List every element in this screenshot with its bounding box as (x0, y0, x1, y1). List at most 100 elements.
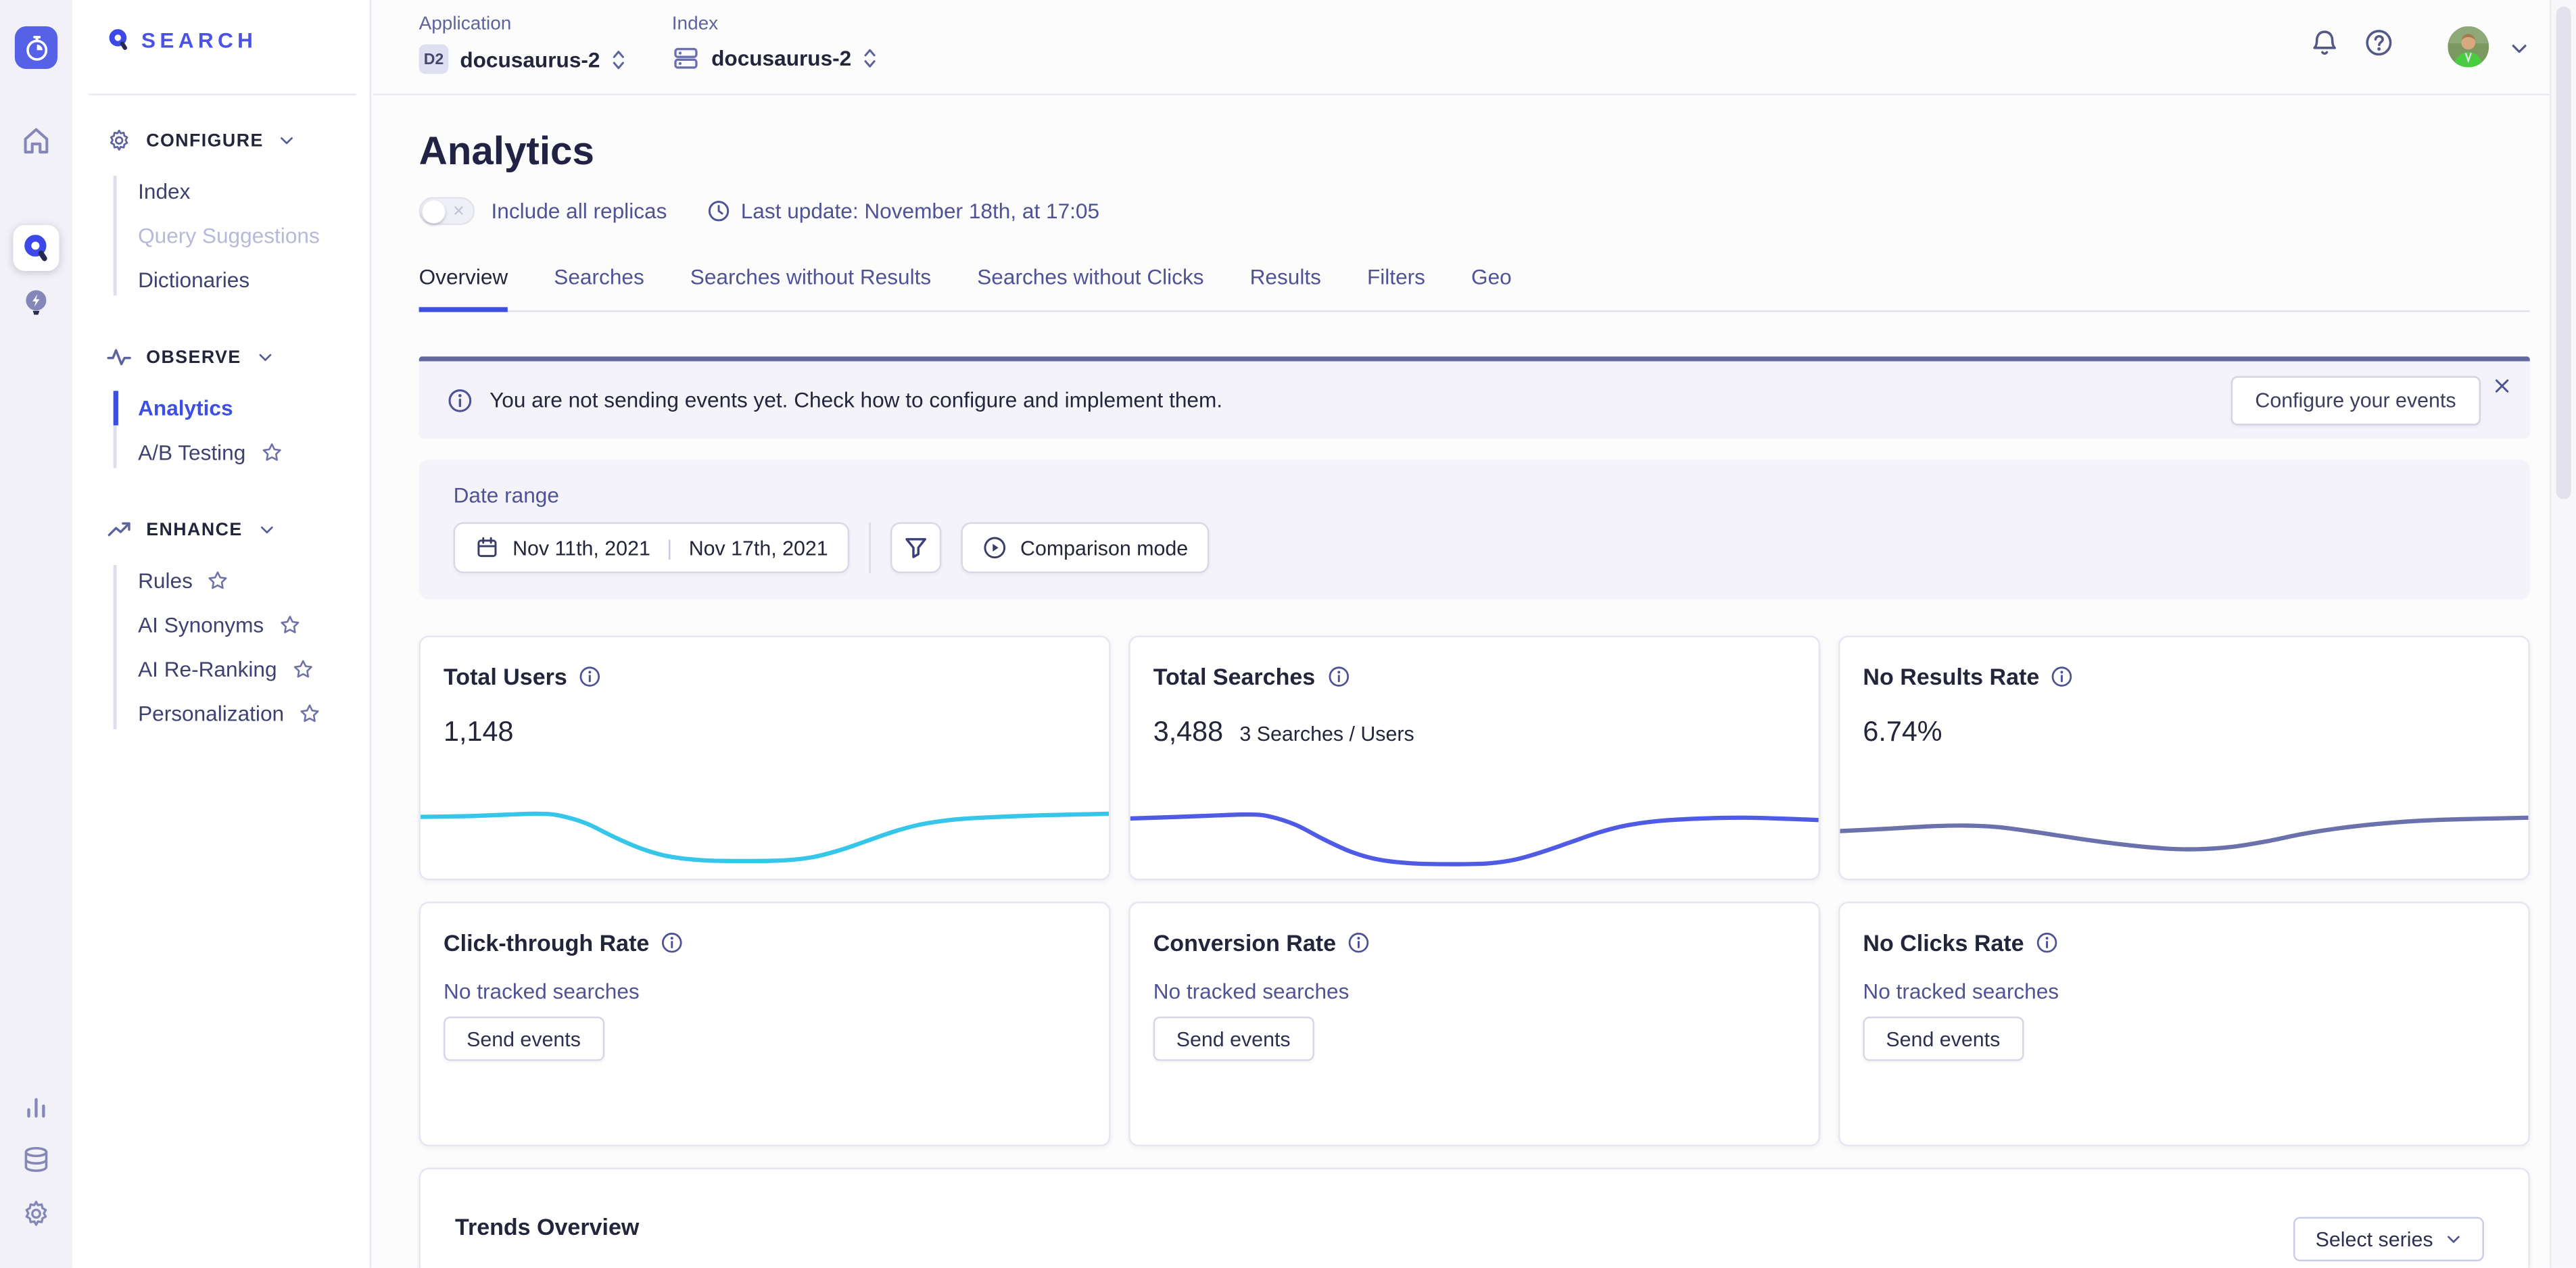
page-title: Analytics (419, 130, 2530, 176)
index-value[interactable]: docusaurus-2 (672, 45, 878, 72)
select-series-button[interactable]: Select series (2294, 1217, 2484, 1261)
sidebar-divider (89, 93, 356, 95)
star-icon[interactable] (208, 570, 229, 591)
tab-geo[interactable]: Geo (1471, 255, 1512, 311)
sidebar-item-ai-synonyms[interactable]: AI Synonyms (72, 603, 370, 648)
nav-section-observe: OBSERVE Analytics A/B Testing (72, 332, 370, 474)
sidebar-item-analytics[interactable]: Analytics (72, 386, 370, 431)
card-subtitle: 3 Searches / Users (1239, 723, 1414, 746)
sidebar-item-label: AI Synonyms (138, 612, 264, 637)
settings-gear-icon[interactable] (22, 1199, 51, 1229)
card-title: Total Searches (1153, 664, 1315, 690)
last-update-text: Last update: November 18th, at 17:05 (741, 199, 1099, 223)
card-total-users: Total Users 1,148 (419, 635, 1111, 880)
send-events-button[interactable]: Send events (1863, 1017, 2023, 1061)
select-series-label: Select series (2316, 1227, 2433, 1250)
sort-carets-icon (611, 47, 626, 71)
bar-chart-icon[interactable] (22, 1092, 51, 1122)
page-content: Analytics ✕ Include all replicas Last up… (419, 95, 2530, 1268)
main-area: Application D2 docusaurus-2 Index docusa… (373, 0, 2550, 1268)
sidebar-nav: CONFIGURE Index Query Suggestions Dictio… (72, 115, 370, 765)
toggle-knob (422, 199, 445, 222)
tab-overview[interactable]: Overview (419, 255, 508, 311)
sidebar-item-label: Rules (138, 568, 193, 593)
event-cards-row: Click-through Rate No tracked searches S… (419, 902, 2530, 1146)
tab-results[interactable]: Results (1250, 255, 1321, 311)
help-icon[interactable] (2364, 28, 2393, 57)
star-icon[interactable] (260, 442, 282, 464)
info-icon[interactable] (2051, 665, 2074, 688)
scrollbar-thumb[interactable] (2556, 7, 2571, 499)
date-range-button[interactable]: Nov 11th, 2021 | Nov 17th, 2021 (454, 522, 850, 573)
banner-message: You are not sending events yet. Check ho… (490, 387, 1222, 412)
recommend-bulb-icon[interactable] (22, 287, 51, 317)
tab-searches-without-results[interactable]: Searches without Results (690, 255, 931, 311)
scrollbar[interactable] (2550, 0, 2576, 1268)
sidebar-item-ab-testing[interactable]: A/B Testing (72, 431, 370, 475)
card-value: 1,148 (444, 716, 513, 749)
search-logo-icon (107, 28, 131, 52)
sidebar-item-index[interactable]: Index (72, 169, 370, 214)
chevron-down-icon (2445, 1230, 2463, 1248)
info-icon[interactable] (661, 931, 684, 954)
sidebar-item-query-suggestions[interactable]: Query Suggestions (72, 214, 370, 258)
info-icon[interactable] (2036, 931, 2059, 954)
application-name: docusaurus-2 (460, 47, 600, 71)
sidebar-item-rules[interactable]: Rules (72, 558, 370, 603)
nav-head-label: OBSERVE (146, 347, 241, 367)
stopwatch-logo-icon[interactable] (15, 26, 57, 69)
index-name: docusaurus-2 (711, 46, 851, 70)
search-section-icon[interactable] (13, 225, 59, 271)
nav-head-configure[interactable]: CONFIGURE (72, 115, 370, 166)
sidebar-item-label: Query Suggestions (138, 223, 320, 247)
index-selector: Index docusaurus-2 (672, 15, 878, 72)
events-banner: You are not sending events yet. Check ho… (419, 356, 2530, 438)
date-range-label: Date range (454, 483, 2496, 507)
application-value[interactable]: D2 docusaurus-2 (419, 45, 627, 74)
star-icon[interactable] (279, 614, 300, 636)
filter-button[interactable] (890, 522, 941, 573)
tab-filters[interactable]: Filters (1367, 255, 1425, 311)
sidebar-item-dictionaries[interactable]: Dictionaries (72, 258, 370, 302)
card-title: Conversion Rate (1153, 929, 1336, 956)
nav-head-observe[interactable]: OBSERVE (72, 332, 370, 383)
card-status: No tracked searches (1153, 979, 1796, 1003)
tab-searches[interactable]: Searches (554, 255, 644, 311)
sidebar-item-personalization[interactable]: Personalization (72, 691, 370, 736)
info-icon[interactable] (1327, 665, 1350, 688)
application-label: Application (419, 15, 627, 34)
data-store-icon[interactable] (22, 1145, 51, 1175)
index-icon (672, 45, 700, 72)
comparison-mode-button[interactable]: Comparison mode (961, 522, 1210, 573)
star-icon[interactable] (299, 703, 320, 725)
star-icon[interactable] (291, 658, 313, 680)
brand-logo[interactable]: SEARCH (107, 28, 257, 52)
avatar[interactable] (2448, 26, 2489, 68)
send-events-button[interactable]: Send events (444, 1017, 604, 1061)
card-value: 3,488 (1153, 716, 1223, 749)
info-icon (447, 387, 473, 413)
application-badge: D2 (419, 45, 449, 74)
bell-icon[interactable] (2310, 28, 2339, 57)
card-title: No Clicks Rate (1863, 929, 2024, 956)
info-icon[interactable] (579, 665, 602, 688)
sidebar: SEARCH CONFIGURE Index Query Suggestions… (72, 0, 371, 1268)
tab-searches-without-clicks[interactable]: Searches without Clicks (977, 255, 1203, 311)
sort-carets-icon (863, 46, 878, 70)
trend-up-icon (107, 517, 131, 541)
account-chevron-icon[interactable] (2508, 34, 2530, 64)
nav-head-enhance[interactable]: ENHANCE (72, 504, 370, 555)
analytics-dashboard: SEARCH CONFIGURE Index Query Suggestions… (0, 0, 2576, 1268)
sidebar-item-label: A/B Testing (138, 440, 245, 464)
nav-section-configure: CONFIGURE Index Query Suggestions Dictio… (72, 115, 370, 302)
include-replicas-toggle[interactable]: ✕ (419, 197, 475, 225)
sidebar-item-ai-re-ranking[interactable]: AI Re-Ranking (72, 647, 370, 691)
date-separator: | (663, 535, 675, 560)
gear-icon (107, 128, 131, 153)
home-icon[interactable] (20, 125, 51, 156)
send-events-button[interactable]: Send events (1153, 1017, 1314, 1061)
close-icon[interactable] (2492, 371, 2512, 401)
trends-overview-card: Trends Overview Select series (419, 1168, 2530, 1268)
configure-events-button[interactable]: Configure your events (2231, 375, 2481, 424)
info-icon[interactable] (1347, 931, 1370, 954)
